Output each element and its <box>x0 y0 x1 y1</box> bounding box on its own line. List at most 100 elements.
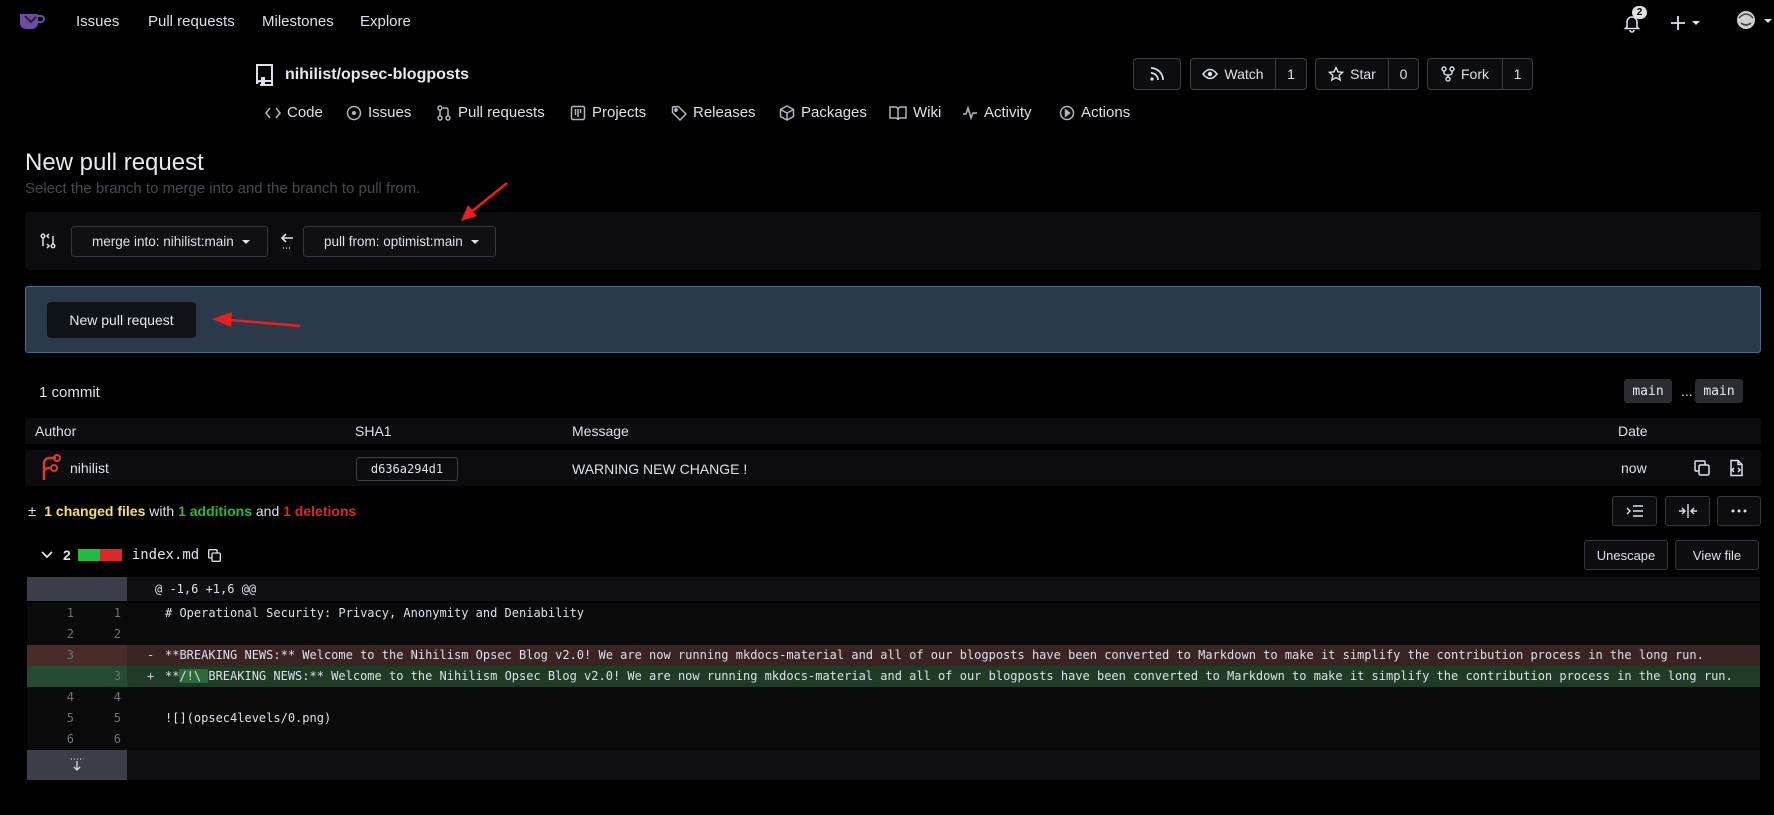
tab-actions[interactable]: Actions <box>1059 104 1130 121</box>
file-name[interactable]: index.md <box>132 547 199 563</box>
changed-files-link[interactable]: 1 changed files <box>44 503 145 519</box>
and-text: and <box>255 503 280 519</box>
diff-line-added: 3 + **/!\ BREAKING NEWS:** Welcome to th… <box>27 666 1760 687</box>
diff-table: @ -1,6 +1,6 @@ 1 1 # Operational Securit… <box>27 577 1760 780</box>
commit-message[interactable]: WARNING NEW CHANGE ! <box>572 461 747 477</box>
with-text: with <box>149 503 175 519</box>
star-button[interactable]: Star <box>1316 59 1388 89</box>
new-line-number[interactable]: 4 <box>101 690 121 704</box>
rss-button[interactable] <box>1133 58 1181 90</box>
view-file-button[interactable]: View file <box>1675 540 1759 570</box>
repo-owner-link[interactable]: nihilist <box>285 66 337 83</box>
watch-count[interactable]: 1 <box>1275 59 1306 89</box>
annotation-arrow-icon <box>461 182 508 221</box>
new-line-number[interactable]: 6 <box>101 732 121 746</box>
tab-wiki[interactable]: Wiki <box>889 104 941 121</box>
addition-sign: + <box>147 669 155 683</box>
tab-pull-requests[interactable]: Pull requests <box>436 104 545 121</box>
hunk-gutter <box>27 577 127 601</box>
star-icon <box>1328 66 1345 82</box>
old-line-number[interactable]: 3 <box>54 648 74 662</box>
new-line-number[interactable]: 3 <box>101 669 121 683</box>
old-line-number[interactable]: 4 <box>54 690 74 704</box>
commit-author[interactable]: nihilist <box>70 460 109 476</box>
nav-milestones[interactable]: Milestones <box>262 13 334 30</box>
tab-actions-label: Actions <box>1081 104 1131 121</box>
tab-code[interactable]: Code <box>265 104 323 121</box>
compare-icon[interactable] <box>40 233 56 249</box>
file-tree-toggle-button[interactable] <box>1612 496 1657 526</box>
hunk-header-row: @ -1,6 +1,6 @@ <box>27 577 1760 601</box>
copy-icon[interactable] <box>207 548 222 563</box>
more-options-button[interactable] <box>1717 496 1761 526</box>
diff-stat-bar <box>77 549 122 561</box>
fork-button[interactable]: Fork <box>1428 59 1502 89</box>
tab-releases-label: Releases <box>693 104 756 121</box>
line-code-rest: BREAKING NEWS:** Welcome to the Nihilism… <box>208 669 1733 683</box>
watch-button[interactable]: Watch <box>1191 59 1275 89</box>
unescape-button[interactable]: Unescape <box>1584 540 1668 570</box>
tab-packages[interactable]: Packages <box>779 104 867 121</box>
diff-stats: ±1 changed files with 1 additions and 1 … <box>28 503 356 520</box>
new-line-number[interactable]: 5 <box>101 711 121 725</box>
deletion-sign: - <box>147 648 155 662</box>
tab-issues[interactable]: Issues <box>346 104 411 121</box>
split-view-button[interactable] <box>1665 496 1710 526</box>
repo-name-link[interactable]: opsec-blogposts <box>341 66 469 83</box>
diff-toggle-icon[interactable]: ± <box>28 503 36 520</box>
browse-code-icon[interactable] <box>1727 459 1745 477</box>
repo-title: nihilist/opsec-blogposts <box>285 66 469 84</box>
new-pull-request-button[interactable]: New pull request <box>47 302 196 338</box>
diff-line: 4 4 <box>27 687 1760 708</box>
avatar[interactable] <box>39 454 61 482</box>
new-line-number[interactable]: 1 <box>101 606 121 620</box>
tab-projects[interactable]: Projects <box>570 104 646 121</box>
new-line-number[interactable]: 2 <box>101 627 121 641</box>
old-line-number[interactable]: 6 <box>54 732 74 746</box>
book-icon <box>889 105 907 120</box>
old-line-number[interactable]: 5 <box>54 711 74 725</box>
added-highlight: /!\ <box>179 669 209 683</box>
merge-into-dropdown[interactable]: merge into: nihilist:main <box>71 226 268 257</box>
table-row: nihilist WARNING NEW CHANGE ! now <box>25 450 1761 486</box>
base-branch-tag[interactable]: main <box>1624 379 1672 403</box>
tab-activity[interactable]: Activity <box>962 104 1032 121</box>
top-navbar: Issues Pull requests Milestones Explore … <box>0 0 1774 42</box>
page-title: New pull request <box>25 149 204 176</box>
notification-count-badge: 2 <box>1632 6 1647 19</box>
line-code-prefix: ** <box>165 669 180 683</box>
nav-issues[interactable]: Issues <box>76 13 119 30</box>
head-branch-tag[interactable]: main <box>1695 379 1743 403</box>
project-icon <box>570 105 586 120</box>
tab-activity-label: Activity <box>984 104 1032 121</box>
merge-into-label: merge into: nihilist:main <box>92 234 234 249</box>
nav-pull-requests[interactable]: Pull requests <box>148 13 235 30</box>
tab-projects-label: Projects <box>592 104 647 121</box>
header-date: Date <box>1618 423 1648 439</box>
tag-icon <box>671 105 687 121</box>
file-header: 2 index.md <box>27 540 222 570</box>
old-line-number[interactable]: 1 <box>54 606 74 620</box>
star-button-group: Star 0 <box>1315 58 1419 90</box>
gitea-logo-icon[interactable] <box>18 9 46 33</box>
old-line-number[interactable]: 2 <box>54 627 74 641</box>
fork-count[interactable]: 1 <box>1502 59 1532 89</box>
hunk-header: @ -1,6 +1,6 @@ <box>155 582 257 596</box>
header-author: Author <box>35 423 77 439</box>
expand-down-icon[interactable] <box>70 758 84 772</box>
kebab-menu-icon <box>1731 509 1747 513</box>
tab-releases[interactable]: Releases <box>671 104 756 121</box>
page-subtitle: Select the branch to merge into and the … <box>25 180 421 197</box>
play-icon <box>1059 105 1075 120</box>
star-count[interactable]: 0 <box>1388 59 1418 89</box>
commit-table-header: Author SHA1 Message Date <box>25 418 1761 444</box>
nav-explore[interactable]: Explore <box>360 13 411 30</box>
commit-sha-button[interactable]: d636a294d1 <box>356 457 458 481</box>
copy-icon[interactable] <box>1693 459 1711 477</box>
tab-packages-label: Packages <box>801 104 867 121</box>
create-new-plus-icon[interactable] <box>1670 12 1702 34</box>
pull-from-dropdown[interactable]: pull from: optimist:main <box>303 226 496 257</box>
header-message: Message <box>572 423 629 439</box>
chevron-down-icon[interactable] <box>41 551 53 559</box>
user-avatar-menu-icon[interactable] <box>1734 10 1774 32</box>
